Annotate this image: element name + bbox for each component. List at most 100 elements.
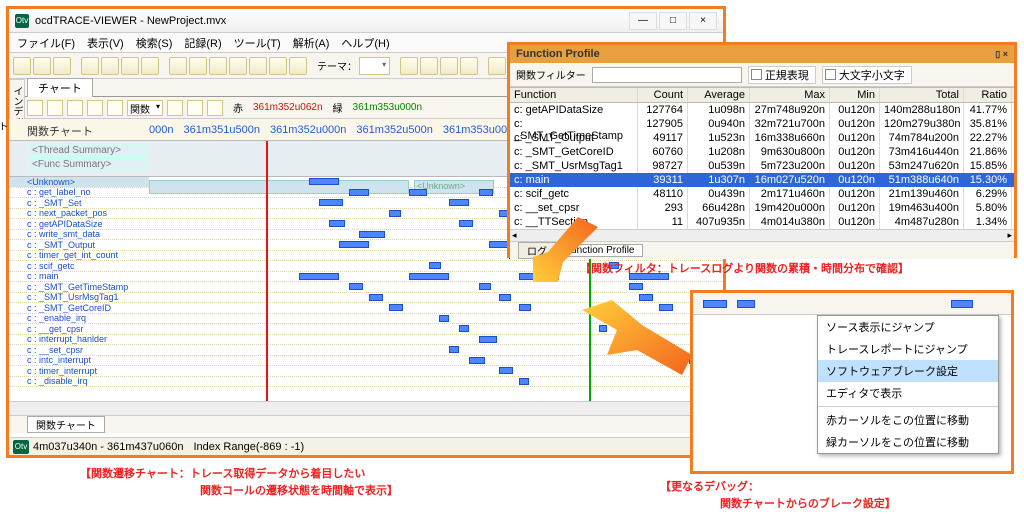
tb-icon-6[interactable] [121,57,139,75]
title-bar[interactable]: Otv ocdTRACE-VIEWER - NewProject.mvx — □… [9,9,723,33]
tb-icon-15[interactable] [400,57,418,75]
gantt-bar[interactable] [479,336,497,343]
maximize-button[interactable]: □ [659,12,687,30]
gantt-bar[interactable] [389,210,401,217]
menu-tool[interactable]: ツール(T) [234,35,281,51]
gantt-bar[interactable] [469,357,485,364]
camera-icon[interactable] [207,100,223,116]
profile-row[interactable]: c: _SMT_GetCoreID607601u208n9m630u800n0u… [510,145,1014,159]
gantt-bar[interactable] [329,220,345,227]
gantt-bar[interactable] [459,220,473,227]
profile-title-bar[interactable]: Function Profile ▯ × [510,45,1014,63]
gantt-bar[interactable] [439,315,449,322]
scroll-left-icon[interactable]: ◂ [512,230,517,241]
tb-icon-5[interactable] [101,57,119,75]
col-total[interactable]: Total [880,88,964,102]
profile-table[interactable]: Function Count Average Max Min Total Rat… [510,87,1014,229]
regex-checkbox-wrap[interactable]: 正規表現 [748,66,816,84]
ct-icon-3[interactable] [67,100,83,116]
case-checkbox-icon[interactable] [825,69,836,80]
tab-chart[interactable]: チャート [27,78,93,97]
gantt-bar[interactable] [479,283,491,290]
ctx-item-sw-break[interactable]: ソフトウェアブレーク設定 [818,360,998,382]
gantt-bar[interactable] [499,367,513,374]
gantt-bar[interactable] [299,273,339,280]
minimize-button[interactable]: — [629,12,657,30]
col-function[interactable]: Function [510,88,638,102]
ctx-item-red-cursor[interactable]: 赤カーソルをこの位置に移動 [818,409,998,431]
profile-row[interactable]: c: _SMT_Output491171u523n16m338u660n0u12… [510,131,1014,145]
context-menu[interactable]: ソース表示にジャンプ トレースレポートにジャンプ ソフトウェアブレーク設定 エデ… [817,315,999,454]
ct-icon-2[interactable] [47,100,63,116]
ct-icon-7[interactable] [187,100,203,116]
ct-icon-1[interactable] [27,100,43,116]
ct-icon-5[interactable] [107,100,123,116]
menu-help[interactable]: ヘルプ(H) [341,35,389,51]
gantt-bar[interactable] [519,378,529,385]
tb-icon-16[interactable] [420,57,438,75]
regex-checkbox-icon[interactable] [751,69,762,80]
menu-file[interactable]: ファイル(F) [17,35,75,51]
tb-icon-9[interactable] [189,57,207,75]
gantt-bar[interactable] [519,304,531,311]
gantt-bar[interactable] [629,283,643,290]
tb-icon-2[interactable] [33,57,51,75]
gantt-bar[interactable] [429,262,441,269]
gantt-bar[interactable] [349,283,363,290]
gantt-bar[interactable] [499,294,511,301]
profile-row[interactable]: c: _SMT_GetTimeStamp1279050u940n32m721u7… [510,117,1014,131]
ct-icon-6[interactable] [167,100,183,116]
profile-table-body[interactable]: c: getAPIDataSize1277641u098n27m748u920n… [510,103,1014,229]
col-max[interactable]: Max [750,88,830,102]
profile-pin-close[interactable]: ▯ × [995,49,1008,60]
tb-icon-12[interactable] [249,57,267,75]
tb-icon-10[interactable] [209,57,227,75]
tb-icon-8[interactable] [169,57,187,75]
tb-icon-4[interactable] [81,57,99,75]
profile-table-header[interactable]: Function Count Average Max Min Total Rat… [510,87,1014,103]
ct-icon-4[interactable] [87,100,103,116]
tb-icon-7[interactable] [141,57,159,75]
ctx-item-report-jump[interactable]: トレースレポートにジャンプ [818,338,998,360]
gantt-bar[interactable] [339,241,369,248]
ctx-item-source-jump[interactable]: ソース表示にジャンプ [818,316,998,338]
gantt-bar[interactable] [349,189,369,196]
gantt-bar[interactable] [309,178,339,185]
ctx-item-green-cursor[interactable]: 緑カーソルをこの位置に移動 [818,431,998,453]
col-average[interactable]: Average [688,88,750,102]
tb-icon-14[interactable] [289,57,307,75]
profile-row[interactable]: c: _SMT_UsrMsgTag1987270u539n5m723u200n0… [510,159,1014,173]
gantt-bar[interactable] [449,346,459,353]
tb-icon-18[interactable] [460,57,478,75]
chart-scrollbar[interactable] [9,401,723,415]
ctx-gantt-strip[interactable] [693,293,1011,315]
ctx-item-editor[interactable]: エディタで表示 [818,382,998,404]
filter-input[interactable] [592,67,742,83]
gantt-bar[interactable] [459,325,469,332]
tb-icon-19[interactable] [488,57,506,75]
gantt-bar[interactable] [389,304,403,311]
tb-icon-13[interactable] [269,57,287,75]
menu-analyze[interactable]: 解析(A) [293,35,330,51]
close-button[interactable]: × [689,12,717,30]
col-count[interactable]: Count [638,88,688,102]
tb-icon-11[interactable] [229,57,247,75]
mode-select[interactable]: 関数 [127,100,163,116]
menu-search[interactable]: 検索(S) [136,35,173,51]
menu-view[interactable]: 表示(V) [87,35,124,51]
menu-record[interactable]: 記録(R) [184,35,221,51]
col-ratio[interactable]: Ratio [964,88,1012,102]
gantt-bar[interactable] [449,199,469,206]
gantt-bar[interactable] [479,189,493,196]
profile-row[interactable]: c: main393111u307n16m027u520n0u120n51m38… [510,173,1014,187]
tb-icon-17[interactable] [440,57,458,75]
gantt-bar[interactable] [359,231,385,238]
case-checkbox-wrap[interactable]: 大文字小文字 [822,66,912,84]
gantt-bar[interactable] [319,199,343,206]
theme-select[interactable] [359,57,390,75]
tb-icon-1[interactable] [13,57,31,75]
gantt-bar[interactable] [369,294,383,301]
tab-funcchart[interactable]: 関数チャート [27,416,105,433]
gantt-bar[interactable] [409,273,449,280]
profile-row[interactable]: c: getAPIDataSize1277641u098n27m748u920n… [510,103,1014,117]
